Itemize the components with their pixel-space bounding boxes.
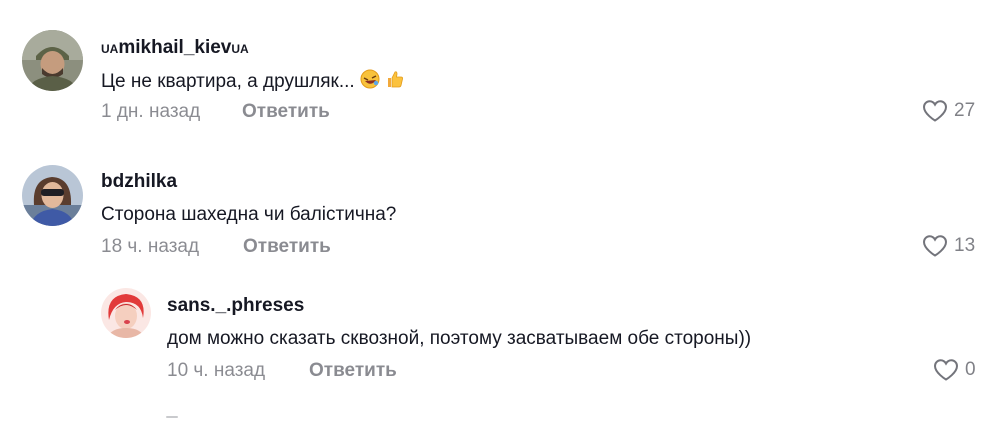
truncated-next-item xyxy=(166,416,178,418)
comment-username[interactable]: UAmikhail_kievUA xyxy=(101,37,249,59)
username-text: mikhail_kiev xyxy=(118,37,232,58)
reply-timestamp: 10 ч. назад xyxy=(167,360,266,381)
flag-prefix: UA xyxy=(101,42,119,56)
heart-outline-icon xyxy=(933,359,959,381)
comment-timestamp: 1 дн. назад xyxy=(101,101,201,122)
like-count: 13 xyxy=(954,235,976,256)
avatar[interactable] xyxy=(22,165,83,226)
avatar-image xyxy=(22,165,83,226)
like-button[interactable]: 13 xyxy=(922,234,975,258)
avatar[interactable] xyxy=(101,288,151,338)
like-count: 0 xyxy=(965,359,976,380)
comment-username[interactable]: bdzhilka xyxy=(101,171,177,193)
comment-text: Це не квартира, а друшляк... xyxy=(101,69,405,95)
reply-username[interactable]: sans._.phreses xyxy=(167,295,304,317)
heart-outline-icon xyxy=(922,235,948,257)
comment-timestamp: 18 ч. назад xyxy=(101,236,200,257)
reply-text: дом можно сказать сквозной, поэтому засв… xyxy=(167,328,752,349)
flag-suffix: UA xyxy=(231,42,249,56)
reply-button[interactable]: Ответить xyxy=(242,101,330,123)
like-button[interactable]: 0 xyxy=(933,358,976,382)
reply-button[interactable]: Ответить xyxy=(309,360,397,382)
like-count: 27 xyxy=(954,100,976,121)
reply-button[interactable]: Ответить xyxy=(243,236,331,258)
heart-outline-icon xyxy=(922,100,948,122)
comment-text-content: Це не квартира, а друшляк... xyxy=(101,71,355,93)
avatar-image xyxy=(101,288,151,338)
thumbs-up-emoji-icon xyxy=(385,69,405,95)
like-button[interactable]: 27 xyxy=(922,99,975,123)
avatar-image xyxy=(22,30,83,91)
avatar[interactable] xyxy=(22,30,83,91)
rolling-on-floor-laughing-emoji-icon xyxy=(360,69,380,95)
comment-text: Сторона шахедна чи балістична? xyxy=(101,204,397,225)
